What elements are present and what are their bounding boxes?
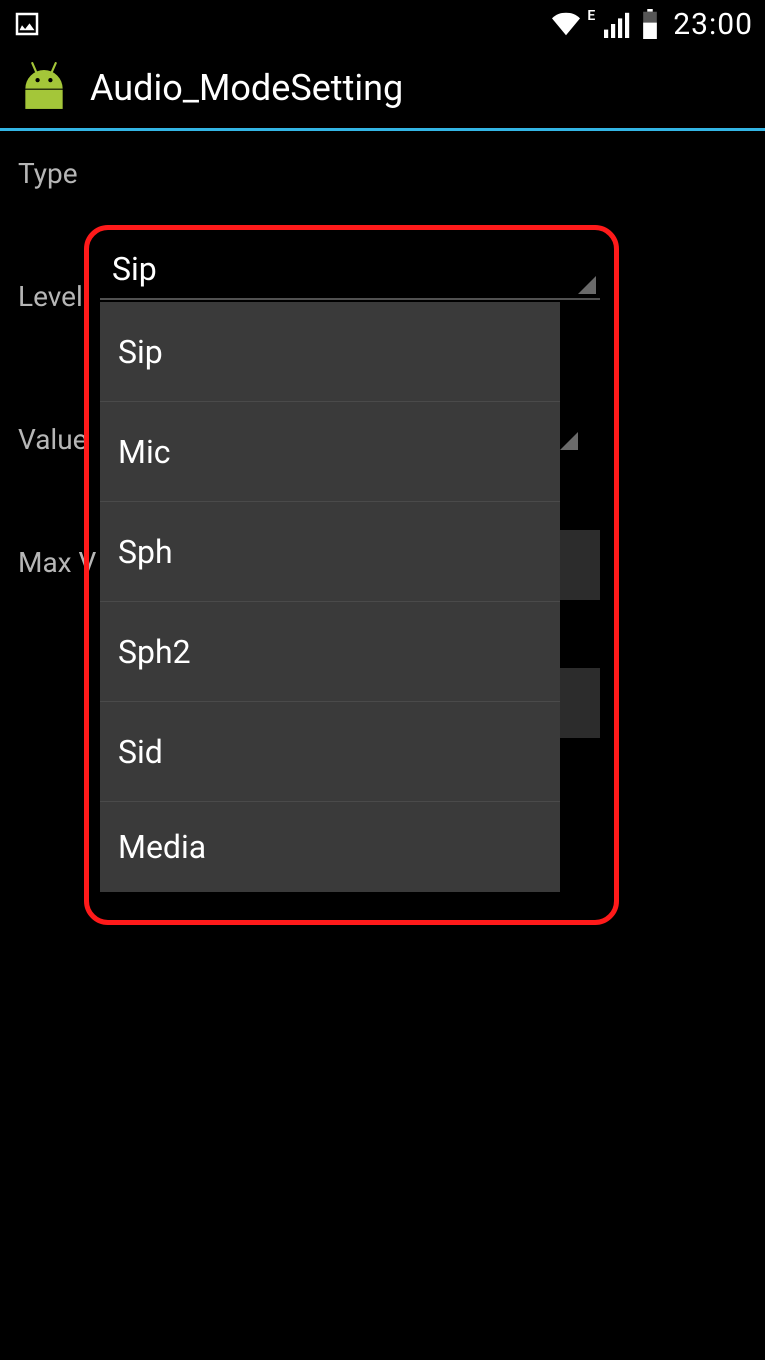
dropdown-item-label: Sip (118, 333, 163, 371)
dropdown-item-label: Sid (118, 733, 163, 771)
type-dropdown-list: Sip Mic Sph Sph2 Sid Media (100, 302, 560, 892)
value-input[interactable] (560, 530, 600, 600)
dropdown-item-label: Sph (118, 533, 173, 571)
dropdown-item-sid[interactable]: Sid (100, 702, 560, 802)
status-bar: E 23:00 (0, 0, 765, 48)
dropdown-item-sip[interactable]: Sip (100, 302, 560, 402)
cell-signal-icon (603, 10, 633, 38)
app-title: Audio_ModeSetting (90, 67, 403, 109)
dropdown-item-label: Media (118, 828, 206, 866)
dropdown-item-sph2[interactable]: Sph2 (100, 602, 560, 702)
dropdown-item-label: Mic (118, 433, 170, 471)
type-label: Type (18, 157, 747, 190)
android-robot-icon (16, 62, 72, 114)
type-spinner-selected: Sip (112, 250, 157, 288)
dropdown-item-mic[interactable]: Mic (100, 402, 560, 502)
level-spinner-dropdown-icon (560, 432, 578, 450)
picture-icon (12, 9, 42, 39)
max-value-input[interactable] (560, 668, 600, 738)
wifi-icon (549, 10, 583, 38)
dropdown-item-sph[interactable]: Sph (100, 502, 560, 602)
dropdown-item-label: Sph2 (118, 633, 191, 671)
spinner-dropdown-icon (578, 276, 596, 294)
type-spinner[interactable]: Sip (100, 240, 600, 300)
action-bar: Audio_ModeSetting (0, 48, 765, 128)
battery-icon (641, 9, 659, 39)
dropdown-item-media[interactable]: Media (100, 802, 560, 892)
network-type-label: E (587, 8, 595, 24)
clock-text: 23:00 (673, 7, 753, 42)
